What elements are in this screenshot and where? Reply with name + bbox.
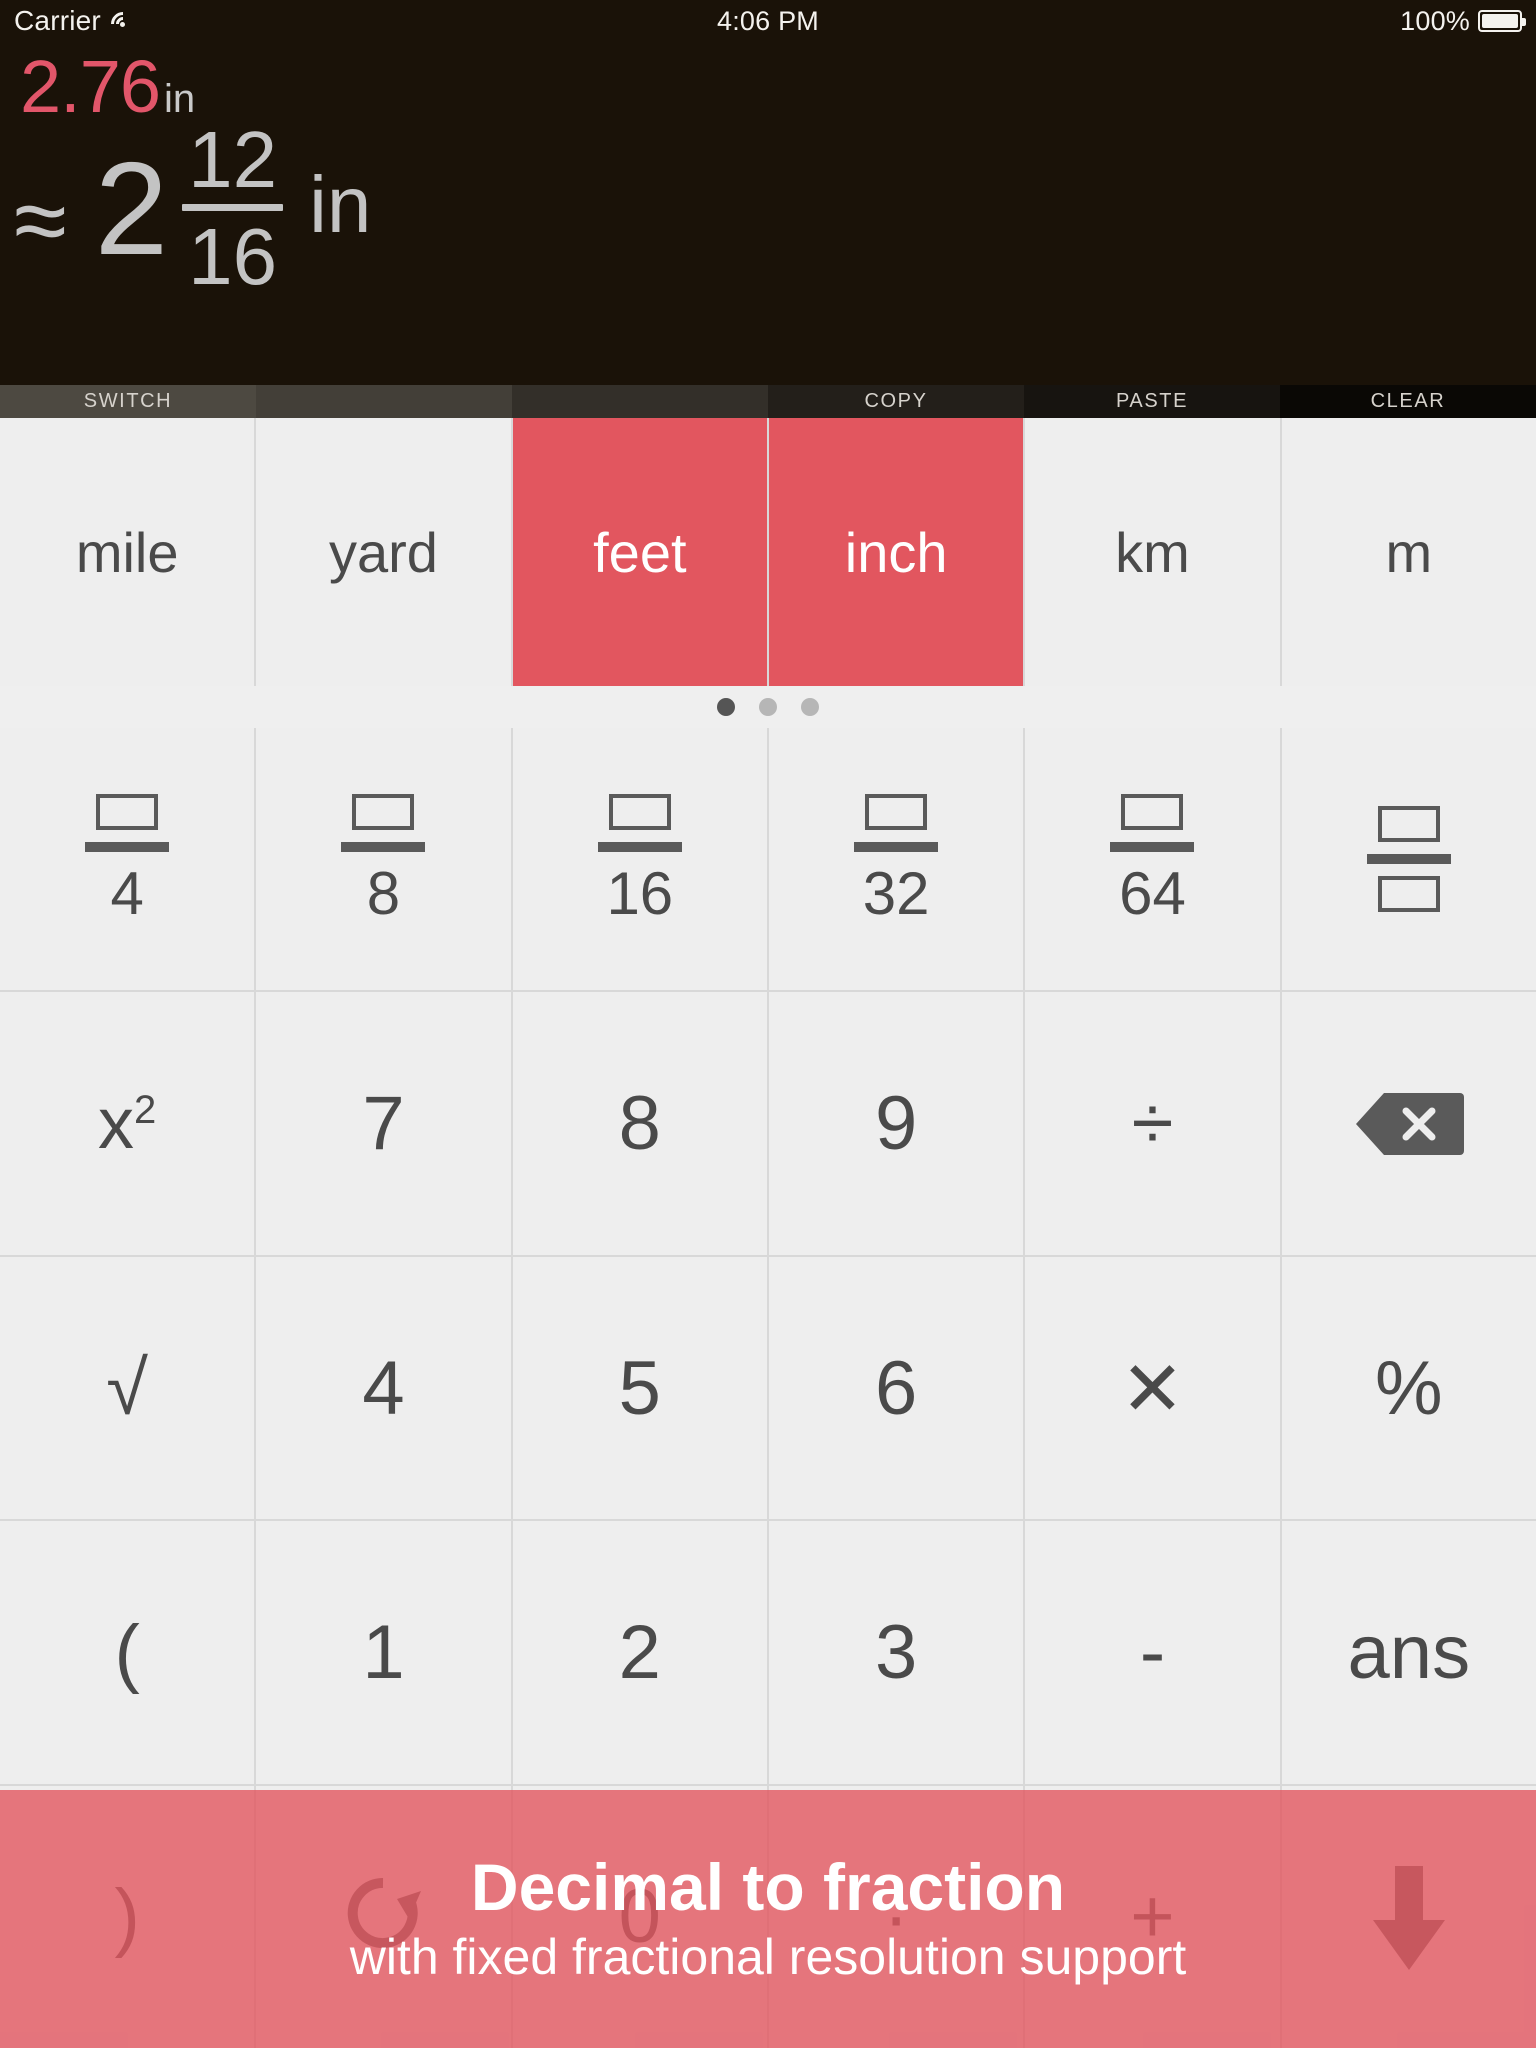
key-paren-open[interactable]: ( — [0, 1521, 255, 1784]
fraction-box-icon — [1121, 794, 1184, 831]
fraction-bar — [182, 204, 284, 211]
fraction-button-8[interactable]: 8 — [256, 728, 511, 991]
unit-button-km[interactable]: km — [1025, 418, 1280, 686]
key-answer[interactable]: ans — [1281, 1521, 1536, 1784]
key-enter-down[interactable] — [1281, 1785, 1536, 2048]
switch-button[interactable]: SWITCH — [0, 385, 256, 418]
action-toolbar: SWITCH COPY PASTE CLEAR — [0, 385, 1536, 418]
toolbar-spacer-2 — [512, 385, 768, 418]
key-square-label: x2 — [98, 1083, 157, 1164]
undo-icon — [348, 1877, 422, 1948]
calculator-app: Carrier 4:06 PM 100% 2.76 in ≈ 2 12 16 i… — [0, 0, 1536, 2048]
key-digit-5[interactable]: 5 — [512, 1256, 767, 1520]
fraction-bar-icon — [1366, 854, 1451, 865]
unit-button-feet[interactable]: feet — [512, 418, 767, 686]
result-expression: ≈ 2 12 16 in — [14, 120, 371, 297]
backspace-icon — [1355, 1092, 1464, 1155]
fraction-button-4[interactable]: 4 — [0, 728, 255, 991]
fraction-button-16[interactable]: 16 — [512, 728, 767, 991]
fraction-denominator: 8 — [366, 860, 401, 928]
input-value: 2.76 — [20, 45, 161, 128]
result-denominator: 16 — [188, 212, 278, 301]
key-paren-close[interactable]: ) — [0, 1785, 255, 2048]
fraction-bar-icon — [854, 842, 939, 853]
fraction-bar-icon — [341, 842, 426, 853]
unit-selector-row: mile yard feet inch km m — [0, 418, 1536, 686]
key-digit-2[interactable]: 2 — [512, 1521, 767, 1784]
fraction-bar-icon — [597, 842, 682, 853]
status-bar-time: 4:06 PM — [717, 5, 819, 36]
fraction-denominator: 32 — [862, 860, 930, 928]
fraction-box-icon — [1377, 876, 1440, 913]
keypad-row-3: ( 1 2 3 - ans — [0, 1521, 1536, 1784]
page-dot-2[interactable] — [759, 698, 777, 716]
unit-button-yard[interactable]: yard — [256, 418, 511, 686]
fraction-bar-icon — [1110, 842, 1195, 853]
status-bar-right: 100% — [1400, 5, 1526, 37]
key-square-root[interactable]: √ — [0, 1256, 255, 1520]
key-backspace[interactable] — [1281, 992, 1536, 1255]
unit-button-m[interactable]: m — [1281, 418, 1536, 686]
key-digit-4[interactable]: 4 — [256, 1256, 511, 1520]
key-minus[interactable]: - — [1025, 1521, 1280, 1784]
fraction-resolution-row: 4 8 16 32 64 — [0, 728, 1536, 991]
page-indicator[interactable] — [0, 686, 1536, 728]
page-dot-1[interactable] — [717, 698, 735, 716]
key-digit-1[interactable]: 1 — [256, 1521, 511, 1784]
key-digit-3[interactable]: 3 — [768, 1521, 1024, 1784]
keypad: 4 8 16 32 64 x2 7 8 9 ÷ √ 4 5 6 ✕ % (1 … — [0, 728, 1536, 2048]
fraction-button-64[interactable]: 64 — [1025, 728, 1280, 991]
unit-button-mile[interactable]: mile — [0, 418, 255, 686]
status-bar: Carrier 4:06 PM 100% — [0, 0, 1536, 42]
fraction-box-icon — [96, 794, 159, 831]
display-area: Carrier 4:06 PM 100% 2.76 in ≈ 2 12 16 i… — [0, 0, 1536, 385]
key-percent[interactable]: % — [1281, 1256, 1536, 1520]
keypad-row-2: √ 4 5 6 ✕ % — [0, 1256, 1536, 1520]
fraction-denominator: 16 — [606, 860, 674, 928]
key-undo[interactable] — [256, 1785, 511, 2048]
result-whole-number: 2 — [94, 134, 169, 282]
key-divide[interactable]: ÷ — [1025, 992, 1280, 1255]
fraction-bar-icon — [85, 842, 170, 853]
arrow-down-icon — [1372, 1865, 1445, 1970]
keypad-row-1: x2 7 8 9 ÷ — [0, 992, 1536, 1255]
key-multiply[interactable]: ✕ — [1025, 1256, 1280, 1520]
approx-symbol: ≈ — [14, 166, 67, 274]
fraction-box-icon — [608, 794, 671, 831]
key-digit-8[interactable]: 8 — [512, 992, 767, 1255]
result-fraction: 12 16 — [182, 115, 284, 301]
key-plus[interactable]: + — [1025, 1785, 1280, 2048]
unit-button-inch[interactable]: inch — [768, 418, 1024, 686]
clear-button[interactable]: CLEAR — [1280, 385, 1536, 418]
key-digit-7[interactable]: 7 — [256, 992, 511, 1255]
fraction-box-icon — [1377, 806, 1440, 843]
fraction-box-icon — [865, 794, 928, 831]
toolbar-spacer-1 — [256, 385, 512, 418]
key-digit-9[interactable]: 9 — [768, 992, 1024, 1255]
input-expression[interactable]: 2.76 in — [20, 44, 195, 129]
fraction-button-custom[interactable] — [1281, 728, 1536, 991]
fraction-box-icon — [352, 794, 415, 831]
key-square[interactable]: x2 — [0, 992, 255, 1255]
page-dot-3[interactable] — [801, 698, 819, 716]
fraction-denominator: 64 — [1119, 860, 1186, 928]
key-decimal-point[interactable]: · — [768, 1785, 1024, 2048]
battery-percent-label: 100% — [1400, 5, 1470, 36]
fraction-button-32[interactable]: 32 — [768, 728, 1024, 991]
copy-button[interactable]: COPY — [768, 385, 1024, 418]
result-numerator: 12 — [188, 115, 278, 204]
paste-button[interactable]: PASTE — [1024, 385, 1280, 418]
battery-icon — [1478, 10, 1526, 32]
result-unit: in — [309, 159, 372, 249]
key-digit-6[interactable]: 6 — [768, 1256, 1024, 1520]
key-digit-0[interactable]: 0 — [512, 1785, 767, 2048]
keypad-row-4: ) 0 · + — [0, 1785, 1536, 2048]
fraction-denominator: 4 — [110, 860, 144, 928]
